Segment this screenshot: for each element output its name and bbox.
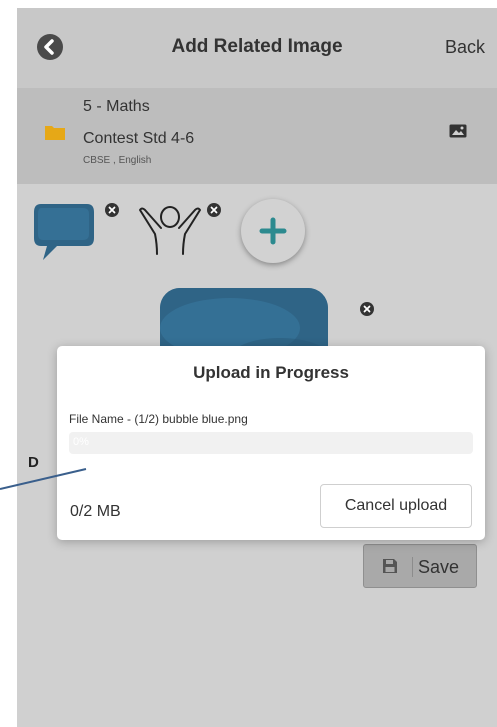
annotation-pointer-line — [0, 468, 87, 490]
